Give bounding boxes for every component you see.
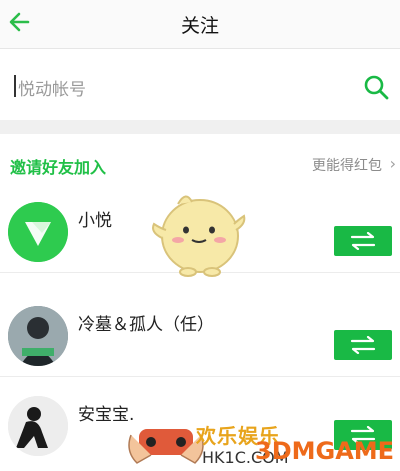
invite-title: 邀请好友加入 (10, 158, 107, 177)
invite-subtitle: 更能得红包 (312, 158, 382, 174)
follow-button[interactable] (334, 330, 392, 360)
invite-friends-row[interactable]: 邀请好友加入 更能得红包 › (0, 134, 400, 186)
friend-name: 冷墓＆孤人（任） (78, 315, 214, 335)
avatar (8, 396, 68, 456)
profile-photo-icon (8, 306, 68, 366)
mascot-sticker-icon (152, 195, 246, 277)
swap-arrows-icon (350, 232, 376, 250)
profile-photo-icon (8, 396, 68, 456)
section-divider (0, 120, 400, 134)
search-bar[interactable]: 悦动帐号 (0, 54, 400, 120)
text-cursor (14, 75, 16, 97)
chevron-right-icon: › (389, 154, 396, 173)
page-title: 关注 (180, 15, 219, 37)
search-input[interactable]: 悦动帐号 (18, 75, 86, 100)
swap-arrows-icon (350, 336, 376, 354)
top-bar: 关注 (0, 0, 400, 49)
watermark-brand: 3DMGAME (255, 437, 395, 465)
friend-name: 小悦 (78, 211, 112, 231)
avatar (8, 202, 68, 262)
avatar (8, 306, 68, 366)
app-logo-icon (8, 202, 68, 262)
friend-row[interactable]: 冷墓＆孤人（任） (0, 290, 400, 377)
search-icon[interactable] (362, 73, 390, 101)
follow-button[interactable] (334, 226, 392, 256)
